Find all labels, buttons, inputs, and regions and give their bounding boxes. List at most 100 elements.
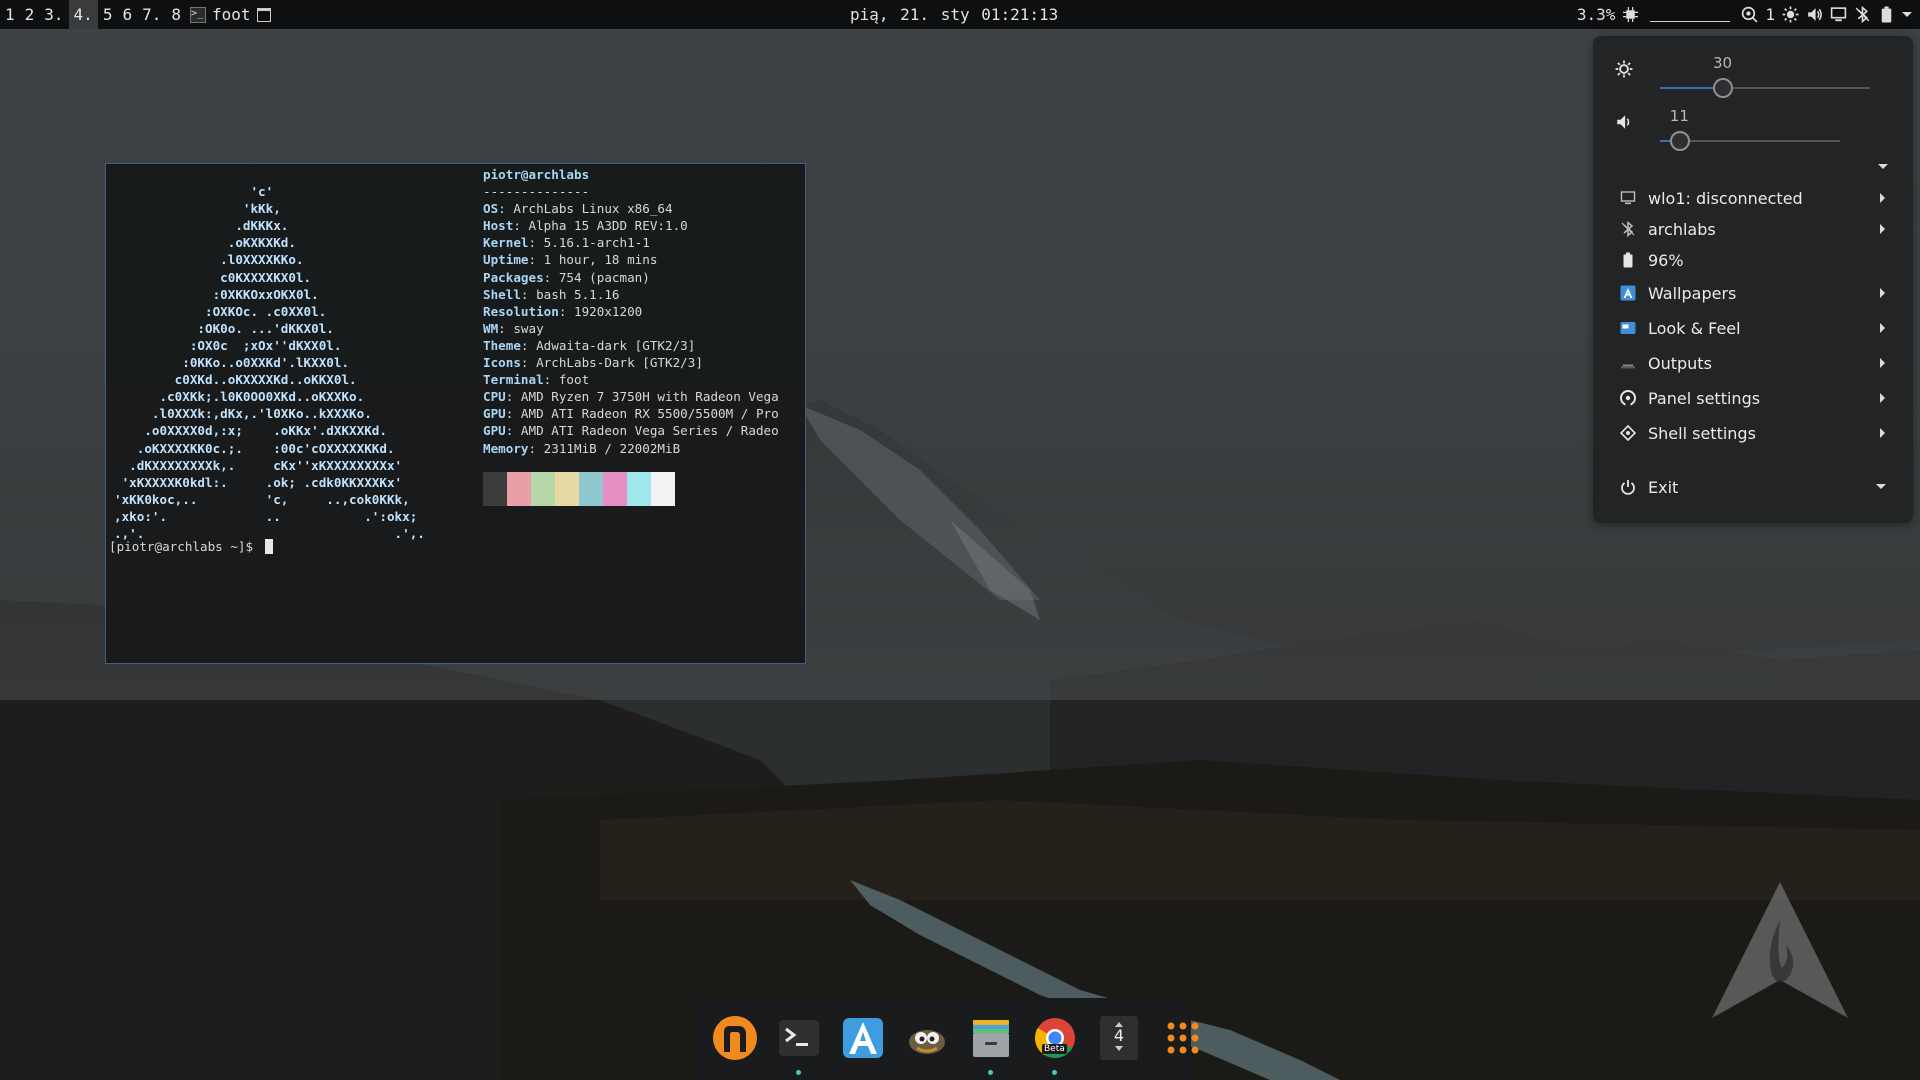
- dock-item-app-grid[interactable]: [1159, 1014, 1207, 1062]
- logo-line: :0KKo..o0XXKd'.lKXX0l.: [114, 355, 350, 371]
- info-key: Icons: [483, 355, 521, 371]
- menu-item-panel-settings[interactable]: Panel settings: [1593, 383, 1913, 413]
- logo-line: .l0XXXk:,dKx,.'l0XKo..kXXXKo.: [114, 406, 372, 422]
- shell-prompt[interactable]: [piotr@archlabs ~]$: [109, 539, 273, 554]
- menu-item-label: Wallpapers: [1648, 283, 1737, 303]
- menu-item-look-feel[interactable]: Look & Feel: [1593, 313, 1913, 343]
- info-row: CPU: AMD Ryzen 7 3750H with Radeon Vega: [483, 388, 779, 405]
- logo-line: :OX0c ;xOx''dKXX0l.: [114, 337, 342, 353]
- info-colon: :: [528, 235, 544, 251]
- battery-icon: [1623, 252, 1633, 268]
- logo-line: .dKKKx.: [114, 218, 289, 234]
- info-row: Memory: 2311MiB / 22002MiB: [483, 440, 779, 457]
- info-value: sway: [513, 320, 544, 336]
- workspace-7[interactable]: 7.: [137, 0, 166, 29]
- clock[interactable]: pią, 21. sty 01:21:13: [850, 0, 1058, 29]
- info-colon: :: [528, 440, 544, 456]
- volume-slider-knob[interactable]: [1669, 131, 1690, 151]
- workspace-1[interactable]: 1: [0, 0, 20, 29]
- exit-dropdown-icon[interactable]: [1876, 484, 1886, 489]
- menu-item-network[interactable]: wlo1: disconnected: [1593, 183, 1913, 213]
- dock-item-gimp[interactable]: [903, 1014, 951, 1062]
- menu-item-label: Look & Feel: [1648, 318, 1741, 338]
- info-value: AMD ATI Radeon RX 5500/5500M / Pro: [520, 406, 779, 422]
- dock-item-files[interactable]: [967, 1014, 1015, 1075]
- workspace-3[interactable]: 3.: [39, 0, 68, 29]
- brightness-icon: [1615, 60, 1633, 78]
- info-colon: :: [520, 337, 537, 353]
- logo-line: 'kKk,: [114, 201, 281, 217]
- wallpapers-icon: [1620, 285, 1636, 301]
- info-key: Shell: [483, 286, 521, 302]
- battery-icon[interactable]: [1878, 6, 1895, 23]
- info-row: GPU: AMD ATI Radeon RX 5500/5500M / Pro: [483, 405, 779, 422]
- task-title: foot: [212, 5, 251, 24]
- menu-item-wallpapers[interactable]: Wallpapers: [1593, 278, 1913, 308]
- menu-caret-icon[interactable]: [1902, 12, 1912, 17]
- workspace-5[interactable]: 5: [98, 0, 118, 29]
- palette-swatch: [555, 472, 579, 506]
- terminal-window[interactable]: 'c' 'kKk, .dKKKx. .oKXKXKd. .l0XXXXKKo. …: [105, 163, 806, 664]
- workspace-8[interactable]: 8: [166, 0, 186, 29]
- logo-line: .dKXXXXXXXXk,. cKx''xKXXXXXXXXx': [114, 457, 403, 473]
- brightness-icon[interactable]: [1782, 6, 1799, 23]
- dock-item-workspace-switcher[interactable]: 4: [1095, 1014, 1143, 1062]
- info-key: Uptime: [483, 252, 529, 268]
- outputs-icon: [1621, 364, 1635, 369]
- info-key: CPU: [483, 389, 506, 405]
- info-row: Kernel: 5.16.1-arch1-1: [483, 234, 779, 251]
- info-key: GPU: [483, 406, 506, 422]
- brightness-control: 30: [1593, 36, 1913, 98]
- submenu-arrow-icon: [1880, 224, 1885, 234]
- gimp-icon: [909, 1030, 945, 1054]
- palette-swatch: [507, 472, 531, 506]
- menu-item-label: Shell settings: [1648, 423, 1756, 443]
- info-key: GPU: [483, 423, 506, 439]
- dock-item-terminal[interactable]: [775, 1014, 823, 1075]
- user-host: piotr@archlabs: [483, 167, 590, 182]
- workspace-6[interactable]: 6: [117, 0, 137, 29]
- panel-input-field[interactable]: [1650, 7, 1731, 22]
- dock-item-installer[interactable]: [839, 1014, 887, 1062]
- info-value: ArchLabs-Dark [GTK2/3]: [536, 355, 703, 371]
- dock-item-chrome-beta[interactable]: Beta: [1031, 1014, 1079, 1075]
- info-row: WM: sway: [483, 320, 779, 337]
- system-tray: 3.3% 1: [1577, 0, 1920, 29]
- info-colon: :: [520, 355, 537, 371]
- menu-item-exit[interactable]: Exit: [1593, 472, 1913, 502]
- logo-line: .l0XXXXKKo.: [114, 252, 304, 268]
- dock-item-launcher[interactable]: [711, 1014, 759, 1062]
- volume-icon[interactable]: [1806, 6, 1823, 23]
- info-value: ArchLabs Linux x86_64: [513, 201, 673, 217]
- ascii-logo: 'c' 'kKk, .dKKKx. .oKXKXKd. .l0XXXXKKo. …: [114, 166, 425, 576]
- bluetooth-icon[interactable]: [1854, 6, 1871, 23]
- info-colon: :: [543, 372, 559, 388]
- notification-icon[interactable]: [1741, 6, 1758, 23]
- menu-item-outputs[interactable]: Outputs: [1593, 348, 1913, 378]
- menu-item-bluetooth[interactable]: archlabs: [1593, 214, 1913, 244]
- submenu-arrow-icon: [1880, 428, 1885, 438]
- app-grid-icon: [1167, 1022, 1199, 1054]
- submenu-arrow-icon: [1880, 323, 1885, 333]
- workspace-4[interactable]: 4.: [68, 0, 98, 29]
- info-key: Memory: [483, 440, 529, 456]
- panel-settings-icon: [1620, 390, 1636, 406]
- info-key: Host: [483, 218, 514, 234]
- workspace-2[interactable]: 2: [20, 0, 40, 29]
- arrow-down-icon: [1115, 1046, 1123, 1051]
- exit-label: Exit: [1648, 477, 1679, 497]
- running-indicator: [796, 1070, 801, 1075]
- network-icon[interactable]: [1830, 6, 1847, 23]
- menu-item-shell-settings[interactable]: Shell settings: [1593, 418, 1913, 448]
- sink-dropdown-icon[interactable]: [1878, 164, 1888, 169]
- nwg-launcher-icon: [713, 1016, 757, 1060]
- info-value: Adwaita-dark [GTK2/3]: [536, 337, 696, 353]
- info-separator: --------------: [483, 184, 590, 200]
- logo-line: c0KXXXXKX0l.: [114, 269, 312, 285]
- menu-item-battery: 96%: [1593, 245, 1913, 275]
- workspace-switcher-icon: 4: [1100, 1016, 1138, 1060]
- info-colon: :: [505, 406, 521, 422]
- active-task[interactable]: >_ foot: [190, 0, 271, 29]
- info-row: Uptime: 1 hour, 18 mins: [483, 251, 779, 268]
- menu-item-label: archlabs: [1648, 219, 1716, 239]
